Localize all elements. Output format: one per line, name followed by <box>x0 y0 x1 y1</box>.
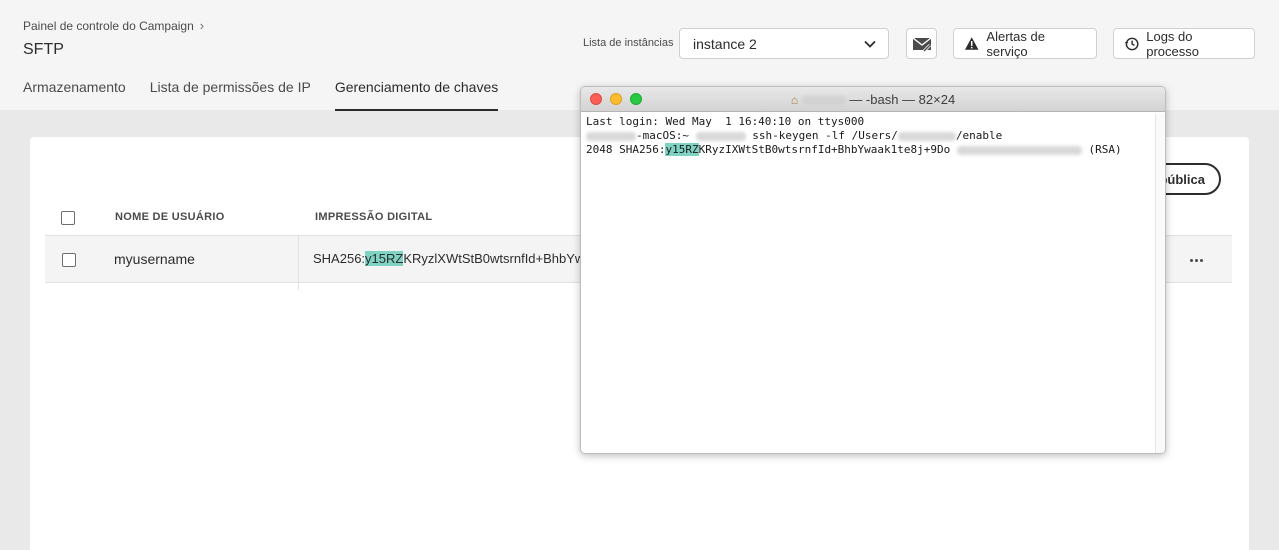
row-checkbox[interactable] <box>62 253 76 267</box>
chevron-down-icon <box>864 40 876 48</box>
process-logs-label: Logs do processo <box>1146 28 1199 59</box>
more-dot-icon <box>1199 258 1203 262</box>
redacted-user <box>695 131 746 141</box>
terminal-title-text: — -bash — 82×24 <box>849 92 956 107</box>
terminal-host: -macOS:~ <box>636 129 689 142</box>
terminal-title: ⌂ — -bash — 82×24 <box>581 92 1165 107</box>
breadcrumb: Painel de controle do Campaign › <box>23 18 204 33</box>
terminal-window[interactable]: ⌂ — -bash — 82×24 Last login: Wed May 1 … <box>580 86 1166 454</box>
terminal-fp-highlight: y15RZ <box>665 143 699 156</box>
breadcrumb-link[interactable]: Painel de controle do Campaign <box>23 19 194 33</box>
terminal-command: ssh-keygen -lf /Users/ <box>745 129 898 142</box>
select-all-checkbox[interactable] <box>61 211 75 225</box>
chevron-right-icon: › <box>199 18 205 33</box>
service-alerts-label: Alertas de serviço <box>986 28 1045 59</box>
mail-block-button[interactable] <box>906 28 937 59</box>
row-fingerprint: SHA256:y15RZKRyzlXWtStB0wtsrnfId+BhbYwaa <box>313 251 581 266</box>
terminal-fp-type: (RSA) <box>1081 143 1122 156</box>
more-dot-icon <box>1189 258 1193 262</box>
terminal-fp-rest: KRyzIXWtStB0wtsrnfId+BhbYwaak1te8j+9Do <box>698 143 957 156</box>
tab-key-management[interactable]: Gerenciamento de chaves <box>334 79 499 111</box>
column-header-username: NOME DE USUÁRIO <box>115 211 225 223</box>
terminal-output[interactable]: Last login: Wed May 1 16:40:10 on ttys00… <box>581 112 1165 160</box>
tab-ip-allowlist[interactable]: Lista de permissões de IP <box>150 79 311 111</box>
tab-bar: Armazenamento Lista de permissões de IP … <box>23 79 499 111</box>
warning-icon <box>964 37 979 50</box>
tab-storage[interactable]: Armazenamento <box>23 79 126 111</box>
home-folder-icon: ⌂ <box>790 93 799 107</box>
history-icon <box>1124 37 1139 50</box>
fingerprint-highlight: y15RZ <box>365 251 404 266</box>
redacted-email <box>956 145 1082 155</box>
redacted-path <box>897 131 956 141</box>
page-title: SFTP <box>23 41 64 58</box>
terminal-path-tail: /enable <box>955 129 1003 142</box>
terminal-line-command: -macOS:~ ssh-keygen -lf /Users/ /enable <box>586 129 1160 143</box>
terminal-fp-prefix: 2048 SHA256: <box>586 143 666 156</box>
terminal-line-fingerprint: 2048 SHA256:y15RZKRyzIXWtStB0wtsrnfId+Bh… <box>586 143 1160 157</box>
row-more-actions-button[interactable] <box>1184 250 1208 270</box>
row-username: myusername <box>114 251 195 267</box>
instance-list-label: Lista de instâncias <box>583 37 674 49</box>
fingerprint-prefix: SHA256: <box>313 251 366 266</box>
fingerprint-rest: KRyzlXWtStB0wtsrnfId+BhbYwaa <box>403 251 581 266</box>
column-header-fingerprint: IMPRESSÃO DIGITAL <box>315 211 433 223</box>
mail-block-icon <box>912 36 931 52</box>
redacted-username <box>801 96 846 106</box>
instance-select-value: instance 2 <box>693 35 757 52</box>
instance-select[interactable]: instance 2 <box>679 28 889 59</box>
redacted-user <box>586 131 636 141</box>
terminal-title-bar[interactable]: ⌂ — -bash — 82×24 <box>581 87 1165 112</box>
column-divider <box>298 236 299 290</box>
process-logs-button[interactable]: Logs do processo <box>1113 28 1255 59</box>
terminal-scrollbar[interactable] <box>1155 114 1165 453</box>
service-alerts-button[interactable]: Alertas de serviço <box>953 28 1097 59</box>
more-dot-icon <box>1194 258 1198 262</box>
terminal-line-login: Last login: Wed May 1 16:40:10 on ttys00… <box>586 115 865 128</box>
